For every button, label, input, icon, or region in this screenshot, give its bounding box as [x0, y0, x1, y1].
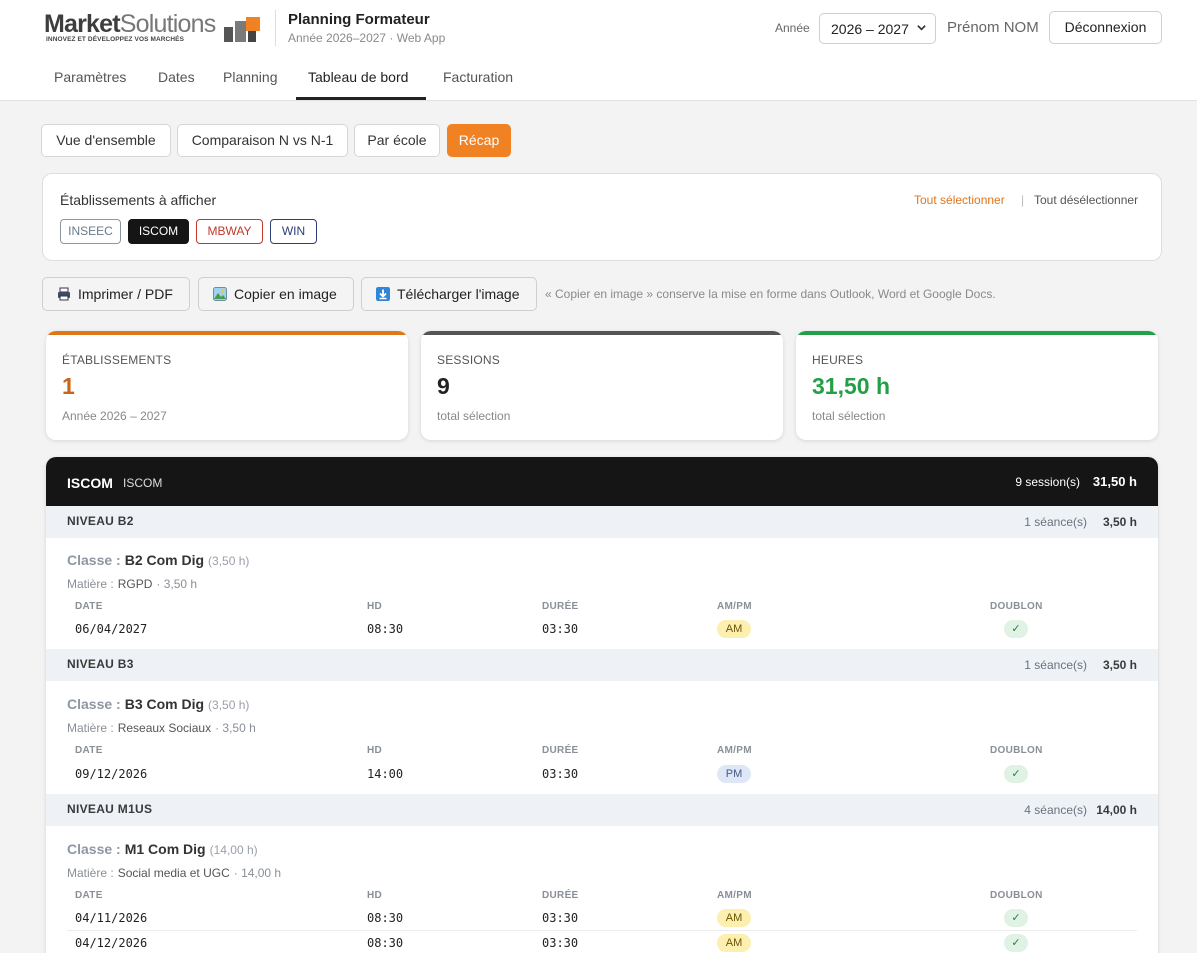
- select-all-link[interactable]: Tout sélectionner: [914, 193, 1005, 207]
- tab-tableau-de-bord[interactable]: Tableau de bord: [308, 69, 408, 85]
- header-separator: [275, 10, 276, 46]
- link-divider: |: [1021, 193, 1025, 207]
- school-header: ISCOM ISCOM 9 session(s) 31,50 h: [46, 457, 1158, 506]
- level-header-b3: NIVEAU B3 1 séance(s) 3,50 h: [46, 649, 1158, 681]
- row-duree: 03:30: [542, 622, 579, 636]
- col-hd: HD: [367, 890, 383, 901]
- row-duree: 03:30: [542, 911, 579, 925]
- col-duree: DURÉE: [542, 745, 579, 756]
- stat-card-etablissements: ÉTABLISSEMENTS 1 Année 2026 – 2027: [46, 331, 408, 440]
- col-ampm: AM/PM: [717, 745, 752, 756]
- chip-win[interactable]: WIN: [270, 219, 317, 244]
- ampm-badge: AM: [717, 620, 751, 638]
- row-date: 06/04/2027: [75, 622, 148, 636]
- row-date: 04/11/2026: [75, 911, 148, 925]
- top-header: MarketSolutions INNOVEZ ET DÉVELOPPEZ VO…: [0, 0, 1197, 101]
- logo-mark-icon: [224, 17, 260, 42]
- row-duree: 03:30: [542, 936, 579, 950]
- col-date: DATE: [75, 890, 103, 901]
- row-duree: 03:30: [542, 767, 579, 781]
- subtab-recap[interactable]: Récap: [447, 124, 511, 157]
- subject-line-m1us: Matière : Social media et UGC · 14,00 h: [67, 866, 282, 880]
- col-date: DATE: [75, 745, 103, 756]
- subject-line-b3: Matière : Reseaux Sociaux · 3,50 h: [67, 721, 256, 735]
- deselect-all-link[interactable]: Tout désélectionner: [1034, 193, 1138, 207]
- row-date: 09/12/2026: [75, 767, 148, 781]
- marketsolutions-logo: MarketSolutions INNOVEZ ET DÉVELOPPEZ VO…: [44, 10, 262, 44]
- col-hd: HD: [367, 745, 383, 756]
- col-hd: HD: [367, 601, 383, 612]
- subtab-par-ecole[interactable]: Par école: [354, 124, 440, 157]
- establishments-title: Établissements à afficher: [60, 192, 217, 208]
- doublon-check-icon: ✓: [1004, 620, 1028, 638]
- school-sessions: 9 session(s): [1015, 475, 1080, 489]
- col-duree: DURÉE: [542, 890, 579, 901]
- level-header-b2: NIVEAU B2 1 séance(s) 3,50 h: [46, 506, 1158, 538]
- col-ampm: AM/PM: [717, 601, 752, 612]
- app-subtitle: Année 2026–2027 · Web App: [288, 31, 446, 45]
- ampm-badge: AM: [717, 934, 751, 952]
- class-line-m1us: Classe : M1 Com Dig (14,00 h): [67, 841, 258, 857]
- col-doublon: DOUBLON: [990, 890, 1043, 901]
- level-header-m1us: NIVEAU M1US 4 séance(s) 14,00 h: [46, 794, 1158, 826]
- logout-button[interactable]: Déconnexion: [1049, 11, 1162, 44]
- col-doublon: DOUBLON: [990, 745, 1043, 756]
- app-title: Planning Formateur: [288, 11, 430, 28]
- ampm-badge: PM: [717, 765, 751, 783]
- subtab-comparaison[interactable]: Comparaison N vs N-1: [177, 124, 348, 157]
- school-panel-iscom: ISCOM ISCOM 9 session(s) 31,50 h NIVEAU …: [46, 457, 1158, 953]
- download-icon: [376, 287, 390, 301]
- user-name: Prénom NOM: [947, 19, 1039, 36]
- doublon-check-icon: ✓: [1004, 909, 1028, 927]
- download-image-button[interactable]: Télécharger l'image: [361, 277, 537, 311]
- tab-facturation[interactable]: Facturation: [443, 69, 513, 85]
- row-date: 04/12/2026: [75, 936, 148, 950]
- row-hd: 14:00: [367, 767, 404, 781]
- class-line-b2: Classe : B2 Com Dig (3,50 h): [67, 552, 250, 568]
- doublon-check-icon: ✓: [1004, 765, 1028, 783]
- copy-hint-text: « Copier en image » conserve la mise en …: [545, 287, 996, 301]
- tab-dates[interactable]: Dates: [158, 69, 195, 85]
- print-pdf-button[interactable]: Imprimer / PDF: [42, 277, 190, 311]
- year-select[interactable]: 2026 – 2027: [819, 13, 936, 44]
- chip-inseec[interactable]: INSEEC: [60, 219, 121, 244]
- stat-card-sessions: SESSIONS 9 total sélection: [421, 331, 783, 440]
- row-hd: 08:30: [367, 622, 404, 636]
- year-label: Année: [775, 21, 810, 35]
- chevron-down-icon: [917, 25, 926, 31]
- active-tab-underline: [296, 97, 426, 100]
- subject-line-b2: Matière : RGPD · 3,50 h: [67, 577, 198, 591]
- establishments-filter-card: Établissements à afficher Tout sélection…: [42, 173, 1162, 261]
- school-full-name: ISCOM: [123, 476, 163, 490]
- row-hd: 08:30: [367, 936, 404, 950]
- doublon-check-icon: ✓: [1004, 934, 1028, 952]
- chip-iscom[interactable]: ISCOM: [128, 219, 189, 244]
- printer-icon: [58, 287, 70, 301]
- row-divider: [67, 930, 1137, 931]
- copy-image-button[interactable]: Copier en image: [198, 277, 354, 311]
- col-ampm: AM/PM: [717, 890, 752, 901]
- image-icon: [213, 287, 227, 301]
- col-doublon: DOUBLON: [990, 601, 1043, 612]
- col-duree: DURÉE: [542, 601, 579, 612]
- col-date: DATE: [75, 601, 103, 612]
- year-select-value: 2026 – 2027: [831, 21, 909, 37]
- class-line-b3: Classe : B3 Com Dig (3,50 h): [67, 696, 250, 712]
- school-name: ISCOM: [67, 475, 113, 491]
- subtab-vue-ensemble[interactable]: Vue d'ensemble: [41, 124, 171, 157]
- ampm-badge: AM: [717, 909, 751, 927]
- row-hd: 08:30: [367, 911, 404, 925]
- stat-card-heures: HEURES 31,50 h total sélection: [796, 331, 1158, 440]
- chip-mbway[interactable]: MBWAY: [196, 219, 263, 244]
- tab-planning[interactable]: Planning: [223, 69, 278, 85]
- school-hours: 31,50 h: [1092, 474, 1137, 489]
- tab-parametres[interactable]: Paramètres: [54, 69, 126, 85]
